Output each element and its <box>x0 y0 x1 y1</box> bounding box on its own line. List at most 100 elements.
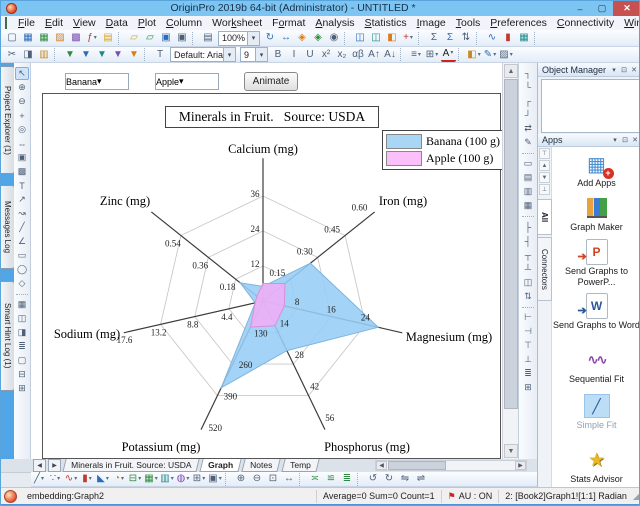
grid-v-icon[interactable]: ▥ <box>521 185 536 198</box>
plot-column-icon[interactable]: ▮ <box>501 31 516 45</box>
close-icon[interactable]: ✕ <box>629 66 639 74</box>
chevron-down-icon[interactable]: ▾ <box>223 48 235 61</box>
duplicate-layer-icon[interactable]: ◫ <box>521 276 536 289</box>
panel-menu-icon[interactable]: ▾ <box>609 66 619 74</box>
chevron-down-icon[interactable]: ▾ <box>97 76 102 87</box>
apps-toggle-icon[interactable]: ◧ <box>385 31 400 45</box>
app-stats-advisor[interactable]: ★Stats Advisor <box>551 447 640 485</box>
new-project-icon[interactable]: ▢ <box>5 31 20 45</box>
rotate-cw-icon[interactable]: ↻ <box>382 472 397 486</box>
new-function-icon[interactable]: ƒ <box>85 31 100 45</box>
zoom-out-graph-icon[interactable]: ⊖ <box>250 472 265 486</box>
tab-scroll-left-icon[interactable]: ◀ <box>33 459 46 472</box>
object-manager-content[interactable] <box>541 79 640 133</box>
column-statistics-icon[interactable]: Σ <box>443 31 458 45</box>
app-graph-maker[interactable]: Graph Maker <box>551 195 640 233</box>
font-combo[interactable]: Default: Arial▾ <box>170 47 236 62</box>
plot-line-symbol-icon[interactable]: ∿ <box>64 472 79 486</box>
open-excel-icon[interactable]: ▱ <box>143 31 158 45</box>
sheet-tab-graph[interactable]: Graph <box>200 459 242 472</box>
apps-tab-all[interactable]: All <box>538 199 552 235</box>
polyline-tool-icon[interactable]: ∠ <box>15 235 29 248</box>
import-excel-file-icon[interactable]: ▼ <box>95 48 110 62</box>
selection-on-active-icon[interactable]: ▣ <box>15 151 29 164</box>
zoom-in-graph-icon[interactable]: ⊕ <box>234 472 249 486</box>
polygon-tool-icon[interactable]: ◇ <box>15 277 29 290</box>
distribute-icon[interactable]: ≣ <box>521 367 536 380</box>
minimize-button[interactable]: – <box>569 1 591 16</box>
menu-edit[interactable]: Edit <box>40 16 68 30</box>
equal-y-icon[interactable]: ≌ <box>324 472 339 486</box>
zoom-in-icon[interactable]: ⊕ <box>15 81 29 94</box>
chevron-down-icon[interactable]: ▾ <box>247 32 259 45</box>
axis-label-zinc[interactable]: Zinc (mg) <box>100 194 150 208</box>
subscript-icon[interactable]: x₂ <box>335 48 350 62</box>
superscript-icon[interactable]: x² <box>319 48 334 62</box>
import-binary-icon[interactable]: ▼ <box>111 48 126 62</box>
equal-xy-icon[interactable]: ≣ <box>340 472 355 486</box>
grid-h-icon[interactable]: ▤ <box>521 171 536 184</box>
app-add-apps[interactable]: ▦+Add Apps <box>551 151 640 189</box>
layer-management-icon[interactable]: ≣ <box>15 340 29 353</box>
curved-arrow-icon[interactable]: ↝ <box>15 207 29 220</box>
import-excel-icon[interactable]: ◈ <box>311 31 326 45</box>
sheet-tab-minerals[interactable]: Minerals in Fruit. Source: USDA <box>62 459 200 472</box>
save-icon[interactable]: ▣ <box>159 31 174 45</box>
scroll-right-icon[interactable]: ▶ <box>515 461 526 470</box>
menu-view[interactable]: View <box>68 16 101 30</box>
add-bottom-axis-icon[interactable]: ┴ <box>521 262 536 275</box>
axis-label-magnesium[interactable]: Magnesium (mg) <box>406 330 492 344</box>
fill-color-icon[interactable]: ◧ <box>467 48 482 62</box>
rescale-graph-icon[interactable]: ↔ <box>282 472 297 486</box>
add-top-axis-icon[interactable]: ┬ <box>521 248 536 261</box>
print-icon[interactable]: ▤ <box>201 31 216 45</box>
plot-line-icon[interactable]: ∿ <box>485 31 500 45</box>
add-layer-icon[interactable]: + <box>401 31 416 45</box>
copy-icon[interactable]: ◨ <box>21 48 36 62</box>
app-simple-fit[interactable]: ╱Simple Fit <box>551 393 640 431</box>
plot-column-chart-icon[interactable]: ▮ <box>80 472 95 486</box>
save-as-icon[interactable]: ▣ <box>175 31 190 45</box>
font-tool-icon[interactable]: T <box>153 48 168 62</box>
vertical-scrollbar[interactable]: ▲ ▼ <box>502 63 519 459</box>
scroll-down-icon[interactable]: ▼ <box>504 444 518 458</box>
scroll-up-icon[interactable]: ▲ <box>504 64 518 78</box>
chart-legend[interactable]: Banana (100 g)Apple (100 g) <box>382 130 502 170</box>
apps-tab-connectors[interactable]: Connectors <box>538 237 552 301</box>
pattern-icon[interactable]: ▨ <box>499 48 514 62</box>
menu-tools[interactable]: Tools <box>451 16 486 30</box>
import-ascii-icon[interactable]: ▼ <box>63 48 78 62</box>
resize-grip[interactable]: ◢ <box>633 492 640 501</box>
rotate-ccw-icon[interactable]: ↺ <box>366 472 381 486</box>
edit-axis-icon[interactable]: ✎ <box>521 136 536 149</box>
first-icon[interactable]: ⊤ <box>539 148 550 159</box>
new-excel-icon[interactable]: ▦ <box>37 31 52 45</box>
close-button[interactable]: ✕ <box>613 1 640 16</box>
arrow-tool-icon[interactable]: ↗ <box>15 193 29 206</box>
paste-icon[interactable]: ▥ <box>37 48 52 62</box>
plot-area-icon[interactable]: ◣ <box>96 472 111 486</box>
italic-icon[interactable]: I <box>287 48 302 62</box>
bold-icon[interactable]: B <box>271 48 286 62</box>
exchange-axes-icon[interactable]: ⇄ <box>521 122 536 135</box>
new-workbook-icon[interactable]: ▦ <box>21 31 36 45</box>
greek-icon[interactable]: αβ <box>351 48 366 62</box>
new-notes-icon[interactable]: ▤ <box>101 31 116 45</box>
fruit-combo-1[interactable]: Banana ▾ <box>65 73 129 90</box>
align-objects-icon[interactable]: ⊟ <box>15 368 29 381</box>
menu-worksheet[interactable]: Worksheet <box>207 16 267 30</box>
screen-reader-icon[interactable]: + <box>15 109 29 122</box>
down-icon[interactable]: ▼ <box>539 172 550 183</box>
cut-icon[interactable]: ✂ <box>5 48 20 62</box>
plot-line-icon[interactable]: ╱ <box>32 472 47 486</box>
align-top-icon[interactable]: ⊤ <box>521 339 536 352</box>
object-edit-icon[interactable]: ▢ <box>15 354 29 367</box>
last-icon[interactable]: ⊥ <box>539 184 550 195</box>
plot-contour-icon[interactable]: ◍ <box>176 472 191 486</box>
extract-layer-icon[interactable]: ◨ <box>15 326 29 339</box>
menu-image[interactable]: Image <box>412 16 451 30</box>
menu-column[interactable]: Column <box>161 16 207 30</box>
pin-icon[interactable]: ⊡ <box>620 136 630 144</box>
sheet-tab-notes[interactable]: Notes <box>242 459 281 472</box>
group-objects-icon[interactable]: ⊞ <box>15 382 29 395</box>
